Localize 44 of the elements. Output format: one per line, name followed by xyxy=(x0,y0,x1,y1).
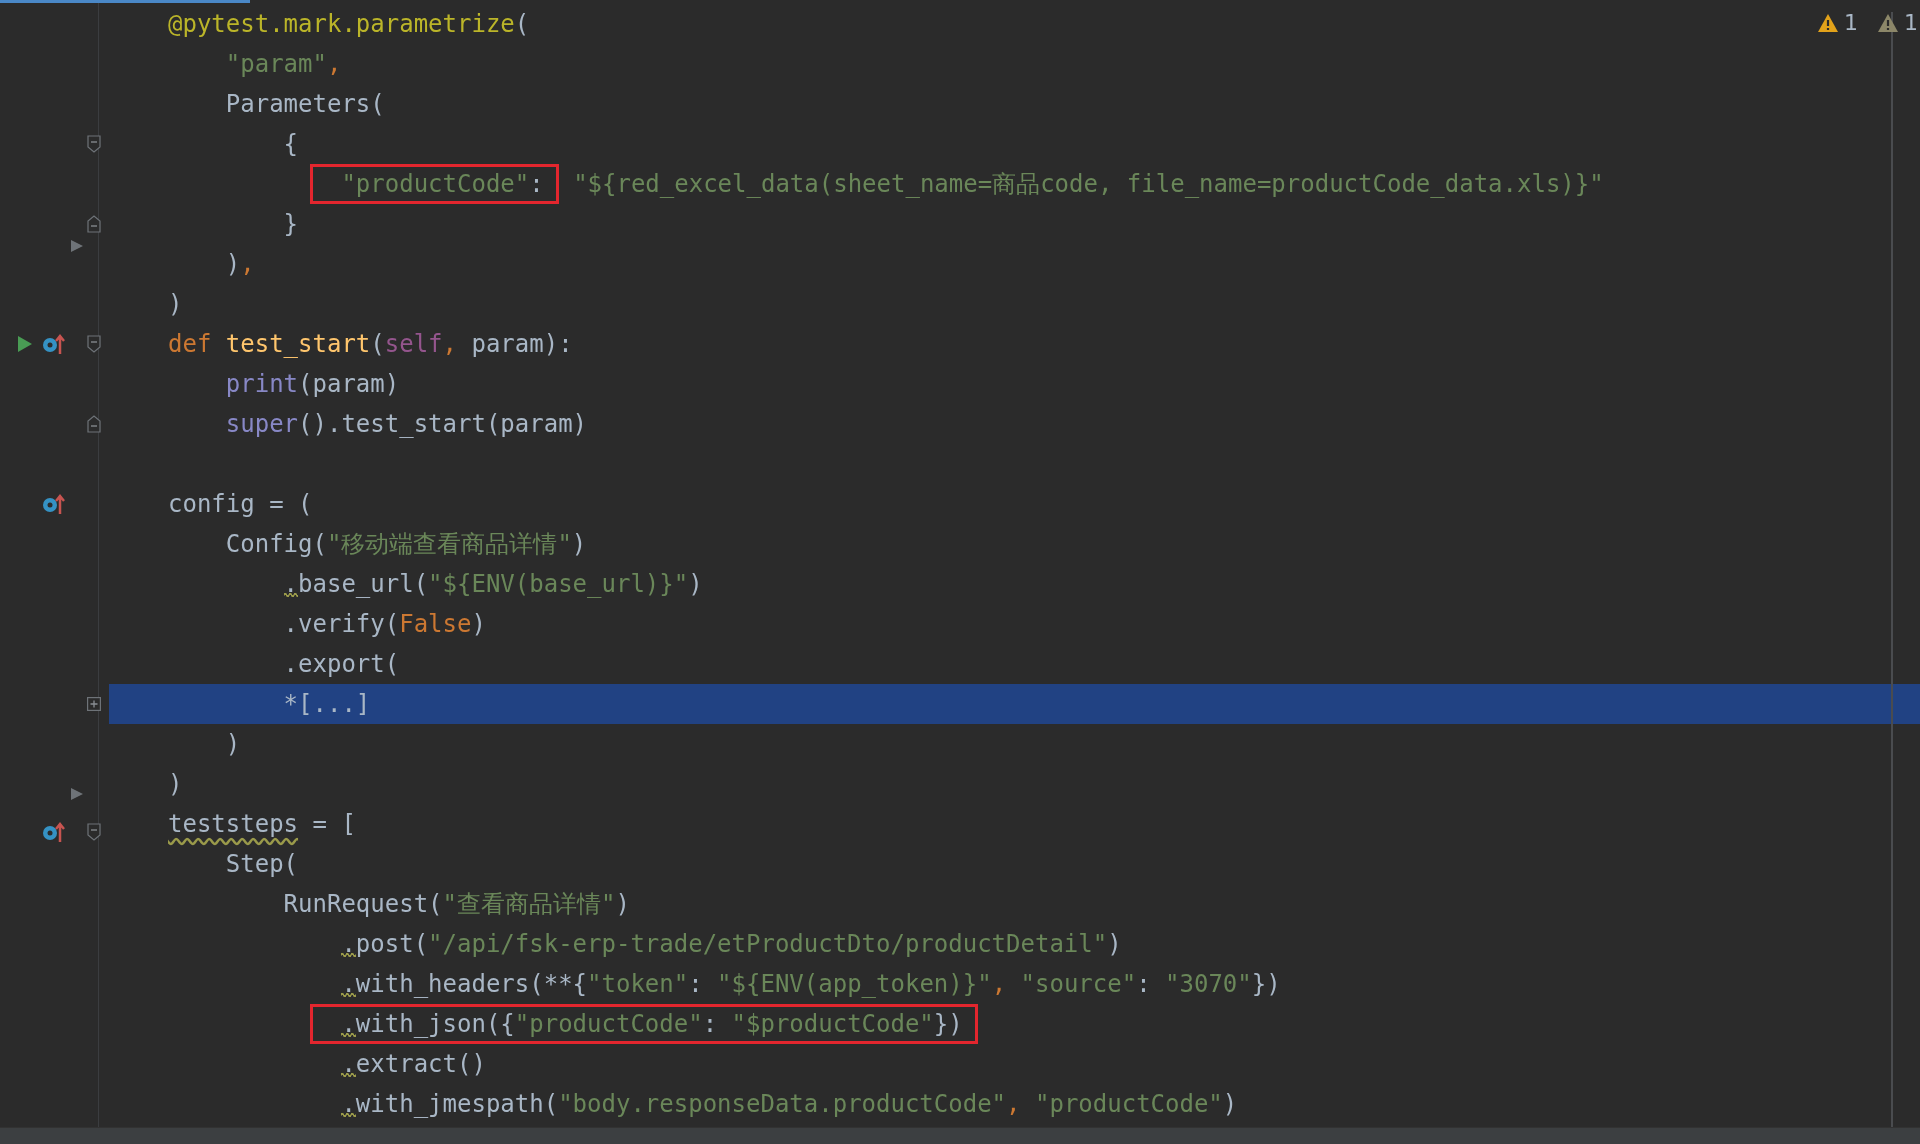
code-line: super().test_start(param) xyxy=(225,409,588,440)
override-icon[interactable] xyxy=(41,821,65,843)
code-line: Parameters( xyxy=(225,89,385,120)
fold-icon[interactable] xyxy=(87,335,101,353)
annotation-box: "productCode": xyxy=(310,164,559,204)
code-line: "param", xyxy=(225,49,342,80)
code-line: { xyxy=(283,129,299,160)
code-line: ), xyxy=(225,249,255,280)
triangle-icon[interactable] xyxy=(70,787,84,801)
code-line: *[...] xyxy=(283,689,371,720)
code-line: config = ( xyxy=(168,489,313,520)
override-icon[interactable] xyxy=(41,333,65,355)
warning-indicator[interactable]: 1 xyxy=(1878,10,1918,36)
warning-icon xyxy=(1818,14,1838,32)
annotation-box: .with_json({"productCode": "$productCode"}) xyxy=(310,1004,978,1044)
override-icon[interactable] xyxy=(41,493,65,515)
fold-icon[interactable] xyxy=(87,823,101,841)
fold-icon[interactable] xyxy=(87,415,101,433)
code-line: RunRequest("查看商品详情") xyxy=(283,889,630,920)
code-line: } xyxy=(283,209,299,240)
fold-icon[interactable] xyxy=(87,215,101,233)
code-line: ) xyxy=(225,729,241,760)
code-line: teststeps = [ xyxy=(168,809,356,840)
code-text: "${red_excel_data(sheet_name=商品code, file_name=productCode_data.xls)}" xyxy=(573,169,1604,200)
code-line: @pytest.mark.parametrize( xyxy=(168,9,530,40)
code-line: .extract() xyxy=(341,1049,486,1080)
code-line: .with_headers(**{"token": "${ENV(app_token)}", "source": "3070"}) xyxy=(341,969,1281,1000)
code-line: .base_url("${ENV(base_url)}") xyxy=(283,569,703,600)
fold-icon[interactable] xyxy=(87,135,101,153)
triangle-icon[interactable] xyxy=(70,239,84,253)
warning-indicator[interactable]: 1 xyxy=(1818,10,1858,36)
code-line: def test_start(self, param): xyxy=(168,329,573,360)
code-line: .export( xyxy=(283,649,400,680)
code-line: .post("/api/fsk-erp-trade/etProductDto/productDetail") xyxy=(341,929,1122,960)
code-line: Config("移动端查看商品详情") xyxy=(225,529,587,560)
code-line: Step( xyxy=(225,849,299,880)
code-line: .with_jmespath("body.responseData.productCode", "productCode") xyxy=(341,1089,1238,1120)
code-line: print(param) xyxy=(225,369,400,400)
run-icon[interactable] xyxy=(17,335,33,353)
code-line: ) xyxy=(168,769,183,800)
warning-icon xyxy=(1878,14,1898,32)
code-line: .verify(False) xyxy=(283,609,486,640)
code-line: ) xyxy=(168,289,183,320)
expand-icon[interactable] xyxy=(87,697,101,711)
